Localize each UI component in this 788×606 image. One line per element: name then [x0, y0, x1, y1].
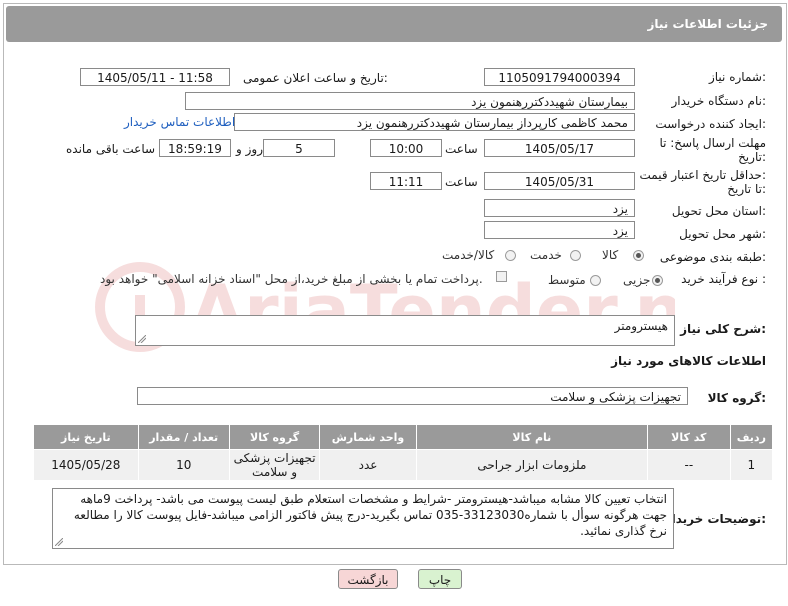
resize-grip-icon	[55, 538, 63, 546]
remaining-label: ساعت باقی مانده	[66, 142, 156, 156]
process-option-partial: جزیی	[623, 273, 651, 287]
deadline-time-field: 10:00	[370, 139, 442, 157]
category-option-goods-service: کالا/خدمت	[442, 248, 495, 262]
column-header: واحد شمارش	[319, 424, 417, 450]
buyer-desc-field: انتخاب تعیین کالا مشابه میباشد-هیسترومتر…	[52, 488, 674, 549]
buyer-org-field: بیمارستان شهیددکتررهنمون یزد	[185, 92, 635, 110]
table-row: 1405/05/28 10 تجهیزات پزشکی و سلامت عدد ملزو…	[33, 449, 774, 481]
general-desc-field: هیسترومتر	[135, 315, 675, 346]
category-radio-goods-service[interactable]	[505, 250, 516, 261]
buyer-desc-label: توضیحات خریدار:	[664, 512, 766, 526]
creator-label: ایجاد کننده درخواست:	[655, 117, 766, 131]
category-radio-service[interactable]	[570, 250, 581, 261]
remaining-time-field: 18:59:19	[159, 139, 231, 157]
buyer-desc-text: انتخاب تعیین کالا مشابه میباشد-هیسترومتر…	[73, 492, 667, 538]
city-label: شهر محل تحویل:	[679, 227, 766, 241]
city-field: یزد	[484, 221, 635, 239]
table-cell: تجهیزات پزشکی و سلامت	[228, 449, 321, 481]
days-label: روز و	[236, 142, 263, 156]
deadline-label: مهلت ارسال پاسخ: تا	[659, 136, 766, 150]
deadline-date-field: 1405/05/17	[484, 139, 635, 157]
table-cell: 1405/05/28	[33, 449, 139, 481]
validity-label-date: تا تاریخ:	[727, 182, 766, 196]
table-cell: 10	[137, 449, 230, 481]
column-header: گروه کالا	[228, 424, 321, 450]
treasury-payment-checkbox[interactable]	[496, 271, 507, 282]
category-option-service: خدمت	[530, 248, 562, 262]
creator-field: محمد کاظمی کارپرداز بیمارستان شهیددکترره…	[234, 113, 635, 131]
announce-label: تاریخ و ساعت اعلان عمومی:	[243, 71, 388, 85]
validity-label: حداقل تاریخ اعتبار قیمت:	[639, 168, 766, 182]
category-radio-goods[interactable]	[633, 250, 644, 261]
days-field: 5	[263, 139, 335, 157]
panel-header: جزئیات اطلاعات نیاز	[6, 6, 782, 42]
table-cell: عدد	[319, 449, 417, 481]
process-label: نوع فرآیند خرید :	[681, 272, 766, 286]
column-header: نام کالا	[415, 424, 649, 450]
table-cell: --	[647, 449, 731, 481]
table-cell: 1	[729, 449, 774, 481]
goods-table-header: تاریخ نیاز تعداد / مقدار گروه کالا واحد شما…	[33, 424, 774, 450]
deadline-time-label: ساعت	[445, 142, 478, 156]
announce-field: 1405/05/11 - 11:58	[80, 68, 230, 86]
validity-time-field: 11:11	[370, 172, 442, 190]
process-option-medium: متوسط	[548, 273, 586, 287]
deadline-label-date: تاریخ:	[738, 150, 766, 164]
column-header: تاریخ نیاز	[33, 424, 139, 450]
buyer-contact-link[interactable]: اطلاعات تماس خریدار	[124, 115, 235, 129]
print-button[interactable]: چاپ	[418, 569, 462, 589]
province-field: یزد	[484, 199, 635, 217]
category-label: طبقه بندی موضوعی:	[659, 250, 766, 264]
buyer-org-label: نام دستگاه خریدار:	[671, 94, 767, 108]
validity-time-label: ساعت	[445, 175, 478, 189]
category-option-goods: کالا	[602, 248, 619, 262]
treasury-payment-note: پرداخت تمام یا بخشی از مبلغ خرید،از محل …	[100, 272, 483, 286]
need-number-field: 1105091794000394	[484, 68, 635, 86]
province-label: استان محل تحویل:	[671, 204, 766, 218]
resize-grip-icon	[138, 335, 146, 343]
column-header: تعداد / مقدار	[137, 424, 230, 450]
column-header: ردیف	[729, 424, 774, 450]
page-title: جزئیات اطلاعات نیاز	[647, 17, 768, 31]
goods-info-title: اطلاعات کالاهای مورد نیاز	[611, 354, 766, 368]
back-button[interactable]: بازگشت	[338, 569, 398, 589]
process-radio-partial[interactable]	[652, 275, 663, 286]
general-desc-text: هیسترومتر	[614, 319, 668, 333]
validity-date-field: 1405/05/31	[484, 172, 635, 190]
need-number-label: شماره نیاز:	[708, 70, 766, 84]
process-radio-medium[interactable]	[590, 275, 601, 286]
goods-group-label: گروه کالا:	[707, 391, 766, 405]
table-cell: ملزومات ابزار جراحی	[415, 449, 649, 481]
goods-table: تاریخ نیاز تعداد / مقدار گروه کالا واحد شما…	[33, 424, 774, 481]
general-desc-label: شرح کلی نیاز:	[680, 322, 766, 336]
column-header: کد کالا	[647, 424, 731, 450]
goods-group-field: تجهیزات پزشکی و سلامت	[137, 387, 688, 405]
